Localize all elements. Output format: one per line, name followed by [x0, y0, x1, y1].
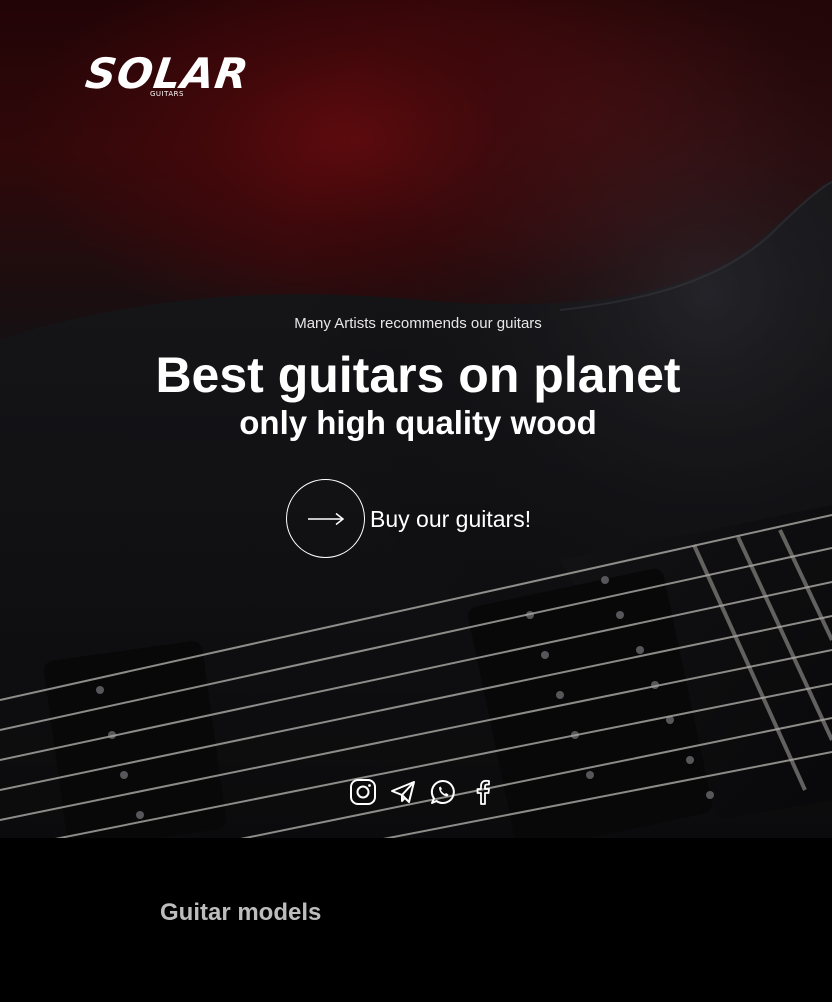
hero-subheadline: only high quality wood [239, 404, 597, 441]
whatsapp-link[interactable] [428, 777, 458, 807]
brand-logo[interactable]: SOLAR GUITARS [83, 49, 256, 102]
telegram-link[interactable] [388, 777, 418, 807]
hero-headline: Best guitars on planet [155, 347, 681, 403]
arrow-right-icon [307, 512, 344, 525]
hero-section: SOLAR GUITARS Many Artists recommends ou… [0, 0, 832, 838]
cta-label: Buy our guitars! [370, 505, 532, 532]
facebook-link[interactable] [468, 777, 498, 807]
buy-guitars-button[interactable]: Buy our guitars! [286, 478, 531, 559]
instagram-icon [350, 779, 376, 805]
whatsapp-icon [430, 779, 455, 804]
logo-subtext: GUITARS [150, 90, 184, 98]
social-links [348, 776, 498, 808]
telegram-icon [391, 781, 415, 803]
section-title: Guitar models [160, 898, 322, 926]
guitar-models-section: Guitar models [0, 838, 832, 1002]
cta-circle [286, 479, 365, 558]
instagram-link[interactable] [348, 777, 378, 807]
page: SOLAR GUITARS Many Artists recommends ou… [0, 0, 832, 1002]
facebook-icon [476, 779, 490, 805]
hero-tagline: Many Artists recommends our guitars [294, 315, 542, 332]
